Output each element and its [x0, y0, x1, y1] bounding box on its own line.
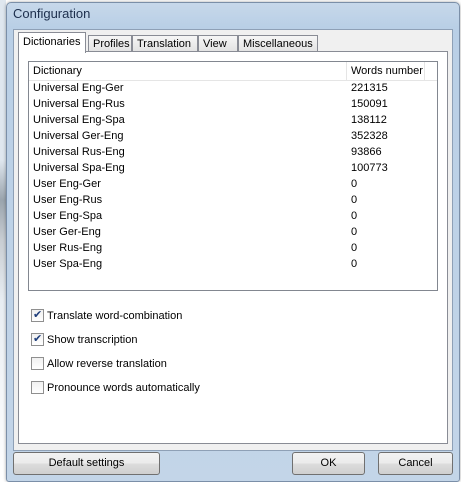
- dictionary-name: Universal Eng-Rus: [33, 98, 125, 110]
- dictionary-name: User Rus-Eng: [33, 242, 103, 254]
- list-item[interactable]: User Eng-Ger 0: [29, 176, 437, 192]
- column-header-dictionary[interactable]: Dictionary: [29, 62, 347, 80]
- list-item[interactable]: Universal Spa-Eng 100773: [29, 160, 437, 176]
- list-item[interactable]: User Ger-Eng 0: [29, 224, 437, 240]
- tab-profiles[interactable]: Profiles: [88, 35, 132, 51]
- option-label: Pronounce words automatically: [47, 382, 200, 394]
- dictionaries-panel: Dictionary Words number Universal Eng-Ge…: [18, 51, 448, 444]
- dialog-title: Configuration: [13, 6, 91, 21]
- dictionary-name: User Ger-Eng: [33, 226, 101, 238]
- words-number: 0: [351, 258, 358, 270]
- words-number: 352328: [351, 130, 388, 142]
- list-item[interactable]: Universal Ger-Eng 352328: [29, 128, 437, 144]
- dictionary-name: User Eng-Spa: [33, 210, 103, 222]
- configuration-dialog: Configuration Dictionaries Profiles Tran…: [6, 2, 460, 482]
- list-item[interactable]: Universal Eng-Ger 221315: [29, 80, 437, 96]
- words-number: 0: [351, 194, 358, 206]
- dictionary-name: User Eng-Ger: [33, 178, 101, 190]
- column-header-words-number[interactable]: Words number: [347, 62, 425, 80]
- list-item[interactable]: User Spa-Eng 0: [29, 256, 437, 272]
- option-label: Show transcription: [47, 334, 138, 346]
- checkbox-box[interactable]: ✔: [31, 309, 44, 322]
- checkmark-icon: ✔: [33, 333, 43, 345]
- dictionary-name: User Spa-Eng: [33, 258, 103, 270]
- dictionary-name: User Eng-Rus: [33, 194, 103, 206]
- ok-button[interactable]: OK: [292, 452, 365, 475]
- words-number: 100773: [351, 162, 388, 174]
- tab-miscellaneous[interactable]: Miscellaneous: [238, 35, 318, 51]
- option-label: Allow reverse translation: [47, 358, 167, 370]
- dictionary-name: Universal Ger-Eng: [33, 130, 124, 142]
- list-item[interactable]: User Eng-Spa 0: [29, 208, 437, 224]
- dictionary-name: Universal Eng-Ger: [33, 82, 124, 94]
- words-number: 221315: [351, 82, 388, 94]
- words-number: 0: [351, 226, 358, 238]
- dialog-client-area: Dictionaries Profiles Translation View M…: [13, 29, 453, 451]
- words-number: 0: [351, 242, 358, 254]
- list-item[interactable]: Universal Eng-Spa 138112: [29, 112, 437, 128]
- list-item[interactable]: User Eng-Rus 0: [29, 192, 437, 208]
- tab-translation[interactable]: Translation: [132, 35, 198, 51]
- option-label: Translate word-combination: [47, 310, 183, 322]
- list-item[interactable]: Universal Rus-Eng 93866: [29, 144, 437, 160]
- words-number: 0: [351, 210, 358, 222]
- dictionary-list[interactable]: Dictionary Words number Universal Eng-Ge…: [28, 61, 438, 291]
- dictionary-name: Universal Spa-Eng: [33, 162, 125, 174]
- default-settings-button[interactable]: Default settings: [13, 452, 160, 475]
- dictionary-name: Universal Eng-Spa: [33, 114, 125, 126]
- cancel-button[interactable]: Cancel: [378, 452, 453, 475]
- list-header: Dictionary Words number: [29, 62, 437, 81]
- list-item[interactable]: Universal Eng-Rus 150091: [29, 96, 437, 112]
- tab-view[interactable]: View: [198, 35, 238, 51]
- checkbox-box[interactable]: ✔: [31, 333, 44, 346]
- checkbox-box[interactable]: [31, 381, 44, 394]
- tab-dictionaries[interactable]: Dictionaries: [18, 32, 86, 53]
- dictionary-name: Universal Rus-Eng: [33, 146, 125, 158]
- words-number: 0: [351, 178, 358, 190]
- words-number: 93866: [351, 146, 382, 158]
- checkbox-box[interactable]: [31, 357, 44, 370]
- words-number: 138112: [351, 114, 387, 126]
- list-item[interactable]: User Rus-Eng 0: [29, 240, 437, 256]
- words-number: 150091: [351, 98, 388, 110]
- checkmark-icon: ✔: [33, 309, 43, 321]
